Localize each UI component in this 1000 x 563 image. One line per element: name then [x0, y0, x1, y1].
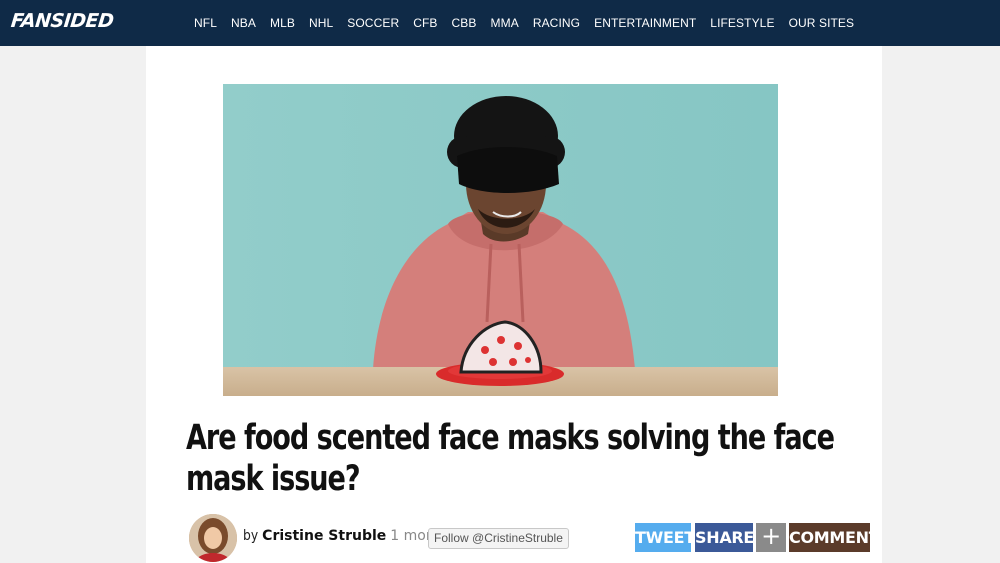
more-share-button[interactable]: + [756, 523, 786, 552]
tweet-button[interactable]: TWEET [635, 523, 695, 552]
nav-item-mma[interactable]: MMA [491, 16, 519, 30]
nav-item-mlb[interactable]: MLB [270, 16, 295, 30]
follow-button[interactable]: Follow @CristineStruble [428, 528, 569, 549]
comment-button[interactable]: COMMENT [789, 523, 880, 552]
top-nav-bar: FANSIDED NFL NBA MLB NHL SOCCER CFB CBB … [0, 0, 1000, 46]
article-title: Are food scented face masks solving the … [186, 418, 835, 499]
nav-item-soccer[interactable]: SOCCER [347, 16, 399, 30]
author-photo [189, 514, 237, 562]
nav-item-lifestyle[interactable]: LIFESTYLE [710, 16, 774, 30]
nav-item-nhl[interactable]: NHL [309, 16, 333, 30]
nav-item-cfb[interactable]: CFB [413, 16, 437, 30]
fansided-logo[interactable]: FANSIDED [10, 10, 115, 32]
main-nav: NFL NBA MLB NHL SOCCER CFB CBB MMA RACIN… [194, 16, 868, 30]
nav-item-nfl[interactable]: NFL [194, 16, 217, 30]
nav-item-cbb[interactable]: CBB [452, 16, 477, 30]
share-button[interactable]: SHARE [695, 523, 754, 552]
hero-image [223, 84, 778, 396]
author-name[interactable]: Cristine Struble [262, 528, 386, 544]
nav-item-our-sites[interactable]: OUR SITES [789, 16, 855, 30]
author-avatar[interactable] [189, 514, 237, 562]
nav-item-entertainment[interactable]: ENTERTAINMENT [594, 16, 696, 30]
byline-prefix: by [243, 528, 259, 544]
hero-illustration [223, 84, 778, 396]
nav-item-nba[interactable]: NBA [231, 16, 256, 30]
nav-item-racing[interactable]: RACING [533, 16, 580, 30]
